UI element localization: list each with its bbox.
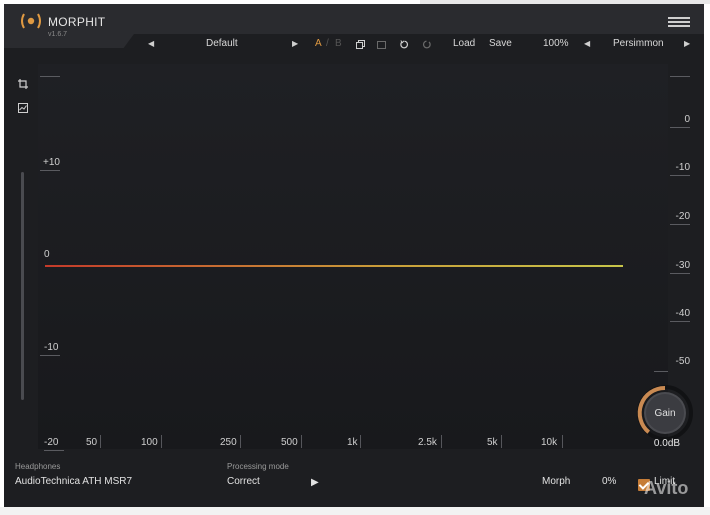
eq-plot-area[interactable] [38, 64, 668, 449]
host-bottom-strip [0, 507, 710, 515]
prev-theme-icon[interactable]: ◀ [584, 37, 590, 51]
freq-tick [360, 435, 361, 448]
next-theme-icon[interactable]: ▶ [684, 37, 690, 51]
processing-mode-select[interactable]: Correct [227, 476, 260, 487]
db-tick [670, 175, 690, 176]
db-label: 0 [684, 114, 690, 125]
axis-underline [44, 450, 64, 451]
db-label: -20 [675, 211, 690, 222]
eq-response-line [45, 265, 623, 267]
headphones-label: Headphones [15, 462, 61, 471]
morph-label: Morph [542, 476, 571, 487]
hamburger-line [668, 21, 690, 23]
gain-tick [40, 355, 60, 356]
gain-value: 0.0dB [653, 438, 681, 449]
plugin-window: MORPHIT v1.6.7 ◀ Default ▶ A / B Load Sa… [4, 4, 704, 507]
db-tick [654, 371, 668, 372]
avito-watermark: Avito [644, 478, 689, 498]
menu-button[interactable] [668, 17, 690, 29]
freq-label: -20 [44, 437, 59, 448]
app-title: MORPHIT [48, 15, 106, 29]
freq-label: 5k [487, 437, 498, 448]
redo-icon[interactable] [422, 40, 431, 49]
hamburger-line [668, 17, 690, 19]
gain-label: +10 [43, 157, 60, 168]
gain-knob-label: Gain [654, 408, 676, 419]
undo-icon[interactable] [400, 40, 409, 49]
freq-label: 100 [141, 437, 158, 448]
zoom-level[interactable]: 100% [543, 37, 569, 51]
db-tick [670, 127, 690, 128]
freq-label: 250 [220, 437, 237, 448]
morphit-logo-icon [21, 13, 41, 29]
freq-tick [161, 435, 162, 448]
morph-value[interactable]: 0% [602, 476, 616, 487]
freq-tick [441, 435, 442, 448]
db-tick [670, 321, 690, 322]
db-label: -40 [675, 308, 690, 319]
toolbar: ◀ Default ▶ A / B Load Save 100% ◀ Persi… [4, 37, 704, 53]
ab-b-button[interactable]: B [335, 37, 342, 51]
freq-label: 10k [541, 437, 558, 448]
paste-icon[interactable] [377, 40, 386, 49]
freq-tick [100, 435, 101, 448]
copy-icon[interactable] [356, 40, 365, 49]
freq-tick [240, 435, 241, 448]
prev-preset-icon[interactable]: ◀ [148, 37, 154, 51]
gain-tick [40, 76, 60, 77]
db-label: -30 [675, 260, 690, 271]
freq-label: 2.5k [418, 437, 437, 448]
hamburger-line [668, 25, 690, 27]
gain-tick [40, 170, 60, 171]
gain-label: -10 [44, 342, 59, 353]
save-button[interactable]: Save [489, 37, 512, 51]
freq-tick [562, 435, 563, 448]
headphones-select[interactable]: AudioTechnica ATH MSR7 [15, 476, 132, 487]
crop-icon[interactable] [18, 79, 28, 89]
ab-separator: / [326, 38, 329, 49]
graph-icon[interactable] [18, 103, 28, 113]
theme-name[interactable]: Persimmon [613, 37, 664, 51]
freq-tick [301, 435, 302, 448]
processing-next-icon[interactable]: ▶ [311, 477, 319, 488]
db-label: -10 [675, 162, 690, 173]
next-preset-icon[interactable]: ▶ [292, 37, 298, 51]
left-scroll-bar[interactable] [21, 172, 24, 400]
freq-label: 500 [281, 437, 298, 448]
db-label: -50 [675, 356, 690, 367]
freq-label: 1k [347, 437, 358, 448]
db-tick [670, 76, 690, 77]
db-tick [670, 224, 690, 225]
load-button[interactable]: Load [453, 37, 475, 51]
gain-label: 0 [44, 249, 50, 260]
header-bar [4, 4, 704, 34]
freq-tick [501, 435, 502, 448]
preset-name[interactable]: Default [206, 37, 238, 51]
ab-a-button[interactable]: A [315, 37, 322, 51]
processing-mode-label: Processing mode [227, 462, 289, 471]
freq-label: 50 [86, 437, 98, 448]
db-tick [670, 273, 690, 274]
